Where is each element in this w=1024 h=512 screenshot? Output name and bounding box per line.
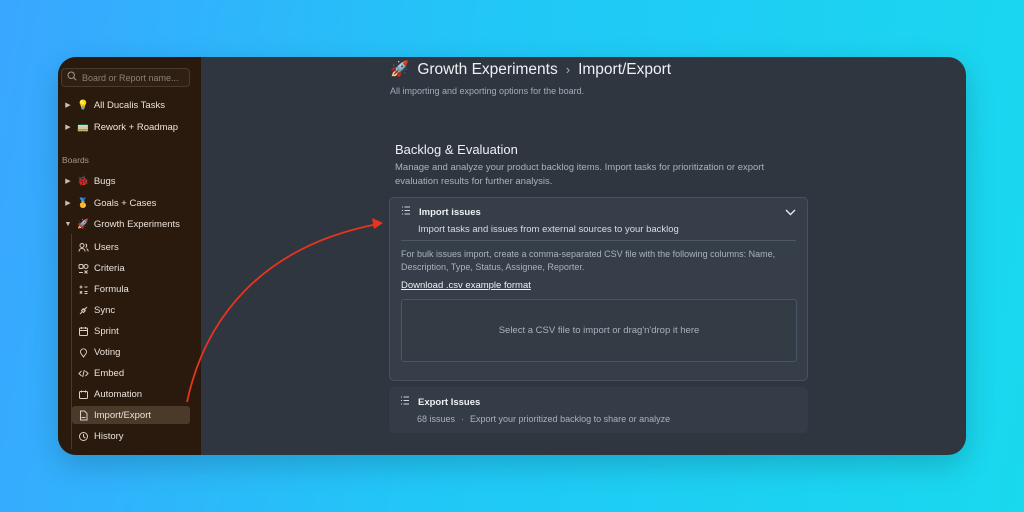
- issue-count: 68 issues: [417, 414, 456, 424]
- export-description: Export your prioritized backlog to share…: [470, 414, 671, 424]
- chevron-down-icon[interactable]: [783, 205, 797, 219]
- boards-section-label: Boards: [62, 155, 89, 165]
- sidebar-item-label: Embed: [94, 367, 125, 379]
- sidebar-item-label: Import/Export: [94, 409, 152, 421]
- sidebar-board-growth-experiments[interactable]: ▼ 🚀 Growth Experiments: [64, 215, 180, 233]
- sidebar-item-label: Automation: [94, 388, 143, 400]
- sidebar-item-rework-roadmap[interactable]: ▶ 🚃 Rework + Roadmap: [64, 118, 178, 136]
- caret-right-icon: ▶: [65, 124, 71, 131]
- search-input[interactable]: [82, 72, 182, 83]
- sidebar-item-embed[interactable]: Embed: [72, 364, 190, 382]
- sidebar-item-label: Sync: [94, 304, 116, 316]
- calendar-icon: [78, 326, 89, 337]
- board-emoji: 🚀: [77, 218, 89, 230]
- sidebar-item-label: Users: [94, 241, 119, 253]
- search-icon: [67, 71, 77, 84]
- caret-right-icon: ▶: [65, 178, 71, 185]
- import-issues-header[interactable]: Import issues: [401, 206, 481, 218]
- sidebar-item-label: Formula: [94, 283, 129, 295]
- board-emoji: 🐞: [77, 175, 89, 187]
- sidebar-item-label: History: [94, 430, 124, 442]
- code-icon: [78, 368, 89, 379]
- voting-icon: [78, 347, 89, 358]
- caret-right-icon: ▶: [65, 102, 71, 109]
- sidebar-item-sync[interactable]: Sync: [72, 301, 190, 319]
- import-issues-subtitle: Import tasks and issues from external so…: [418, 224, 679, 235]
- import-instructions: For bulk issues import, create a comma-s…: [401, 249, 776, 272]
- sidebar-item-label: Growth Experiments: [93, 218, 180, 230]
- sidebar-item-voting[interactable]: Voting: [72, 343, 190, 361]
- sidebar-board-bugs[interactable]: ▶ 🐞 Bugs: [64, 172, 116, 190]
- section-description: Manage and analyze your product backlog …: [395, 162, 765, 187]
- import-issues-title: Import issues: [419, 206, 481, 218]
- formula-icon: [78, 284, 89, 295]
- users-icon: [78, 242, 89, 253]
- board-search[interactable]: [61, 68, 190, 87]
- sidebar-item-import-export[interactable]: Import/Export: [72, 406, 190, 424]
- sync-icon: [78, 305, 89, 316]
- sidebar-item-label: Goals + Cases: [93, 197, 157, 209]
- breadcrumb: 🚀 Growth Experiments › Import/Export: [390, 60, 671, 79]
- sidebar-item-automation[interactable]: Automation: [72, 385, 190, 403]
- sidebar-item-label: Sprint: [94, 325, 119, 337]
- sidebar-board-goals-cases[interactable]: ▶ 🥇 Goals + Cases: [64, 194, 156, 212]
- export-issues-header: Export Issues: [400, 396, 480, 408]
- page-title: Import/Export: [578, 60, 672, 78]
- sidebar-item-criteria[interactable]: Criteria: [72, 259, 190, 277]
- meta-separator: ·: [461, 414, 465, 424]
- sidebar-item-users[interactable]: Users: [72, 238, 190, 256]
- report-emoji: 🚃: [77, 121, 89, 133]
- list-icon: [400, 396, 410, 408]
- automation-icon: [78, 389, 89, 400]
- sidebar: ▶ 💡 All Ducalis Tasks ▶ 🚃 Rework + Roadm…: [58, 57, 201, 455]
- sidebar-item-label: Voting: [94, 346, 121, 358]
- sidebar-item-label: All Ducalis Tasks: [93, 99, 165, 111]
- board-emoji: 🚀: [390, 61, 410, 78]
- download-csv-example-link[interactable]: Download .csv example format: [401, 280, 531, 291]
- export-issues-meta: 68 issues · Export your prioritized back…: [417, 414, 670, 424]
- export-issues-card[interactable]: Export Issues 68 issues · Export your pr…: [389, 387, 808, 433]
- csv-dropzone[interactable]: Select a CSV file to import or drag'n'dr…: [401, 299, 797, 362]
- import-issues-card: Import issues Import tasks and issues fr…: [389, 197, 808, 381]
- sidebar-item-history[interactable]: History: [72, 427, 190, 445]
- app-window: ▶ 💡 All Ducalis Tasks ▶ 🚃 Rework + Roadm…: [58, 57, 966, 455]
- caret-down-icon: ▼: [64, 220, 72, 228]
- caret-right-icon: ▶: [65, 200, 71, 207]
- breadcrumb-board[interactable]: Growth Experiments: [417, 61, 557, 79]
- page-subtitle: All importing and exporting options for …: [390, 86, 585, 96]
- csv-file-icon: [78, 410, 89, 421]
- main-content: 🚀 Growth Experiments › Import/Export All…: [201, 57, 966, 455]
- list-icon: [401, 206, 411, 218]
- export-issues-title: Export Issues: [418, 396, 481, 408]
- report-emoji: 💡: [77, 99, 89, 111]
- sidebar-item-all-ducalis-tasks[interactable]: ▶ 💡 All Ducalis Tasks: [64, 96, 165, 114]
- sidebar-item-sprint[interactable]: Sprint: [72, 322, 190, 340]
- chevron-right-icon: ›: [565, 62, 571, 77]
- section-title: Backlog & Evaluation: [395, 142, 518, 157]
- sidebar-item-label: Bugs: [93, 175, 116, 187]
- sidebar-item-label: Criteria: [94, 262, 125, 274]
- dropzone-label: Select a CSV file to import or drag'n'dr…: [498, 325, 700, 336]
- board-emoji: 🥇: [77, 197, 89, 209]
- history-icon: [78, 431, 89, 442]
- sidebar-item-label: Rework + Roadmap: [93, 121, 179, 133]
- criteria-icon: [78, 263, 89, 274]
- divider: [401, 240, 796, 241]
- sidebar-item-formula[interactable]: Formula: [72, 280, 190, 298]
